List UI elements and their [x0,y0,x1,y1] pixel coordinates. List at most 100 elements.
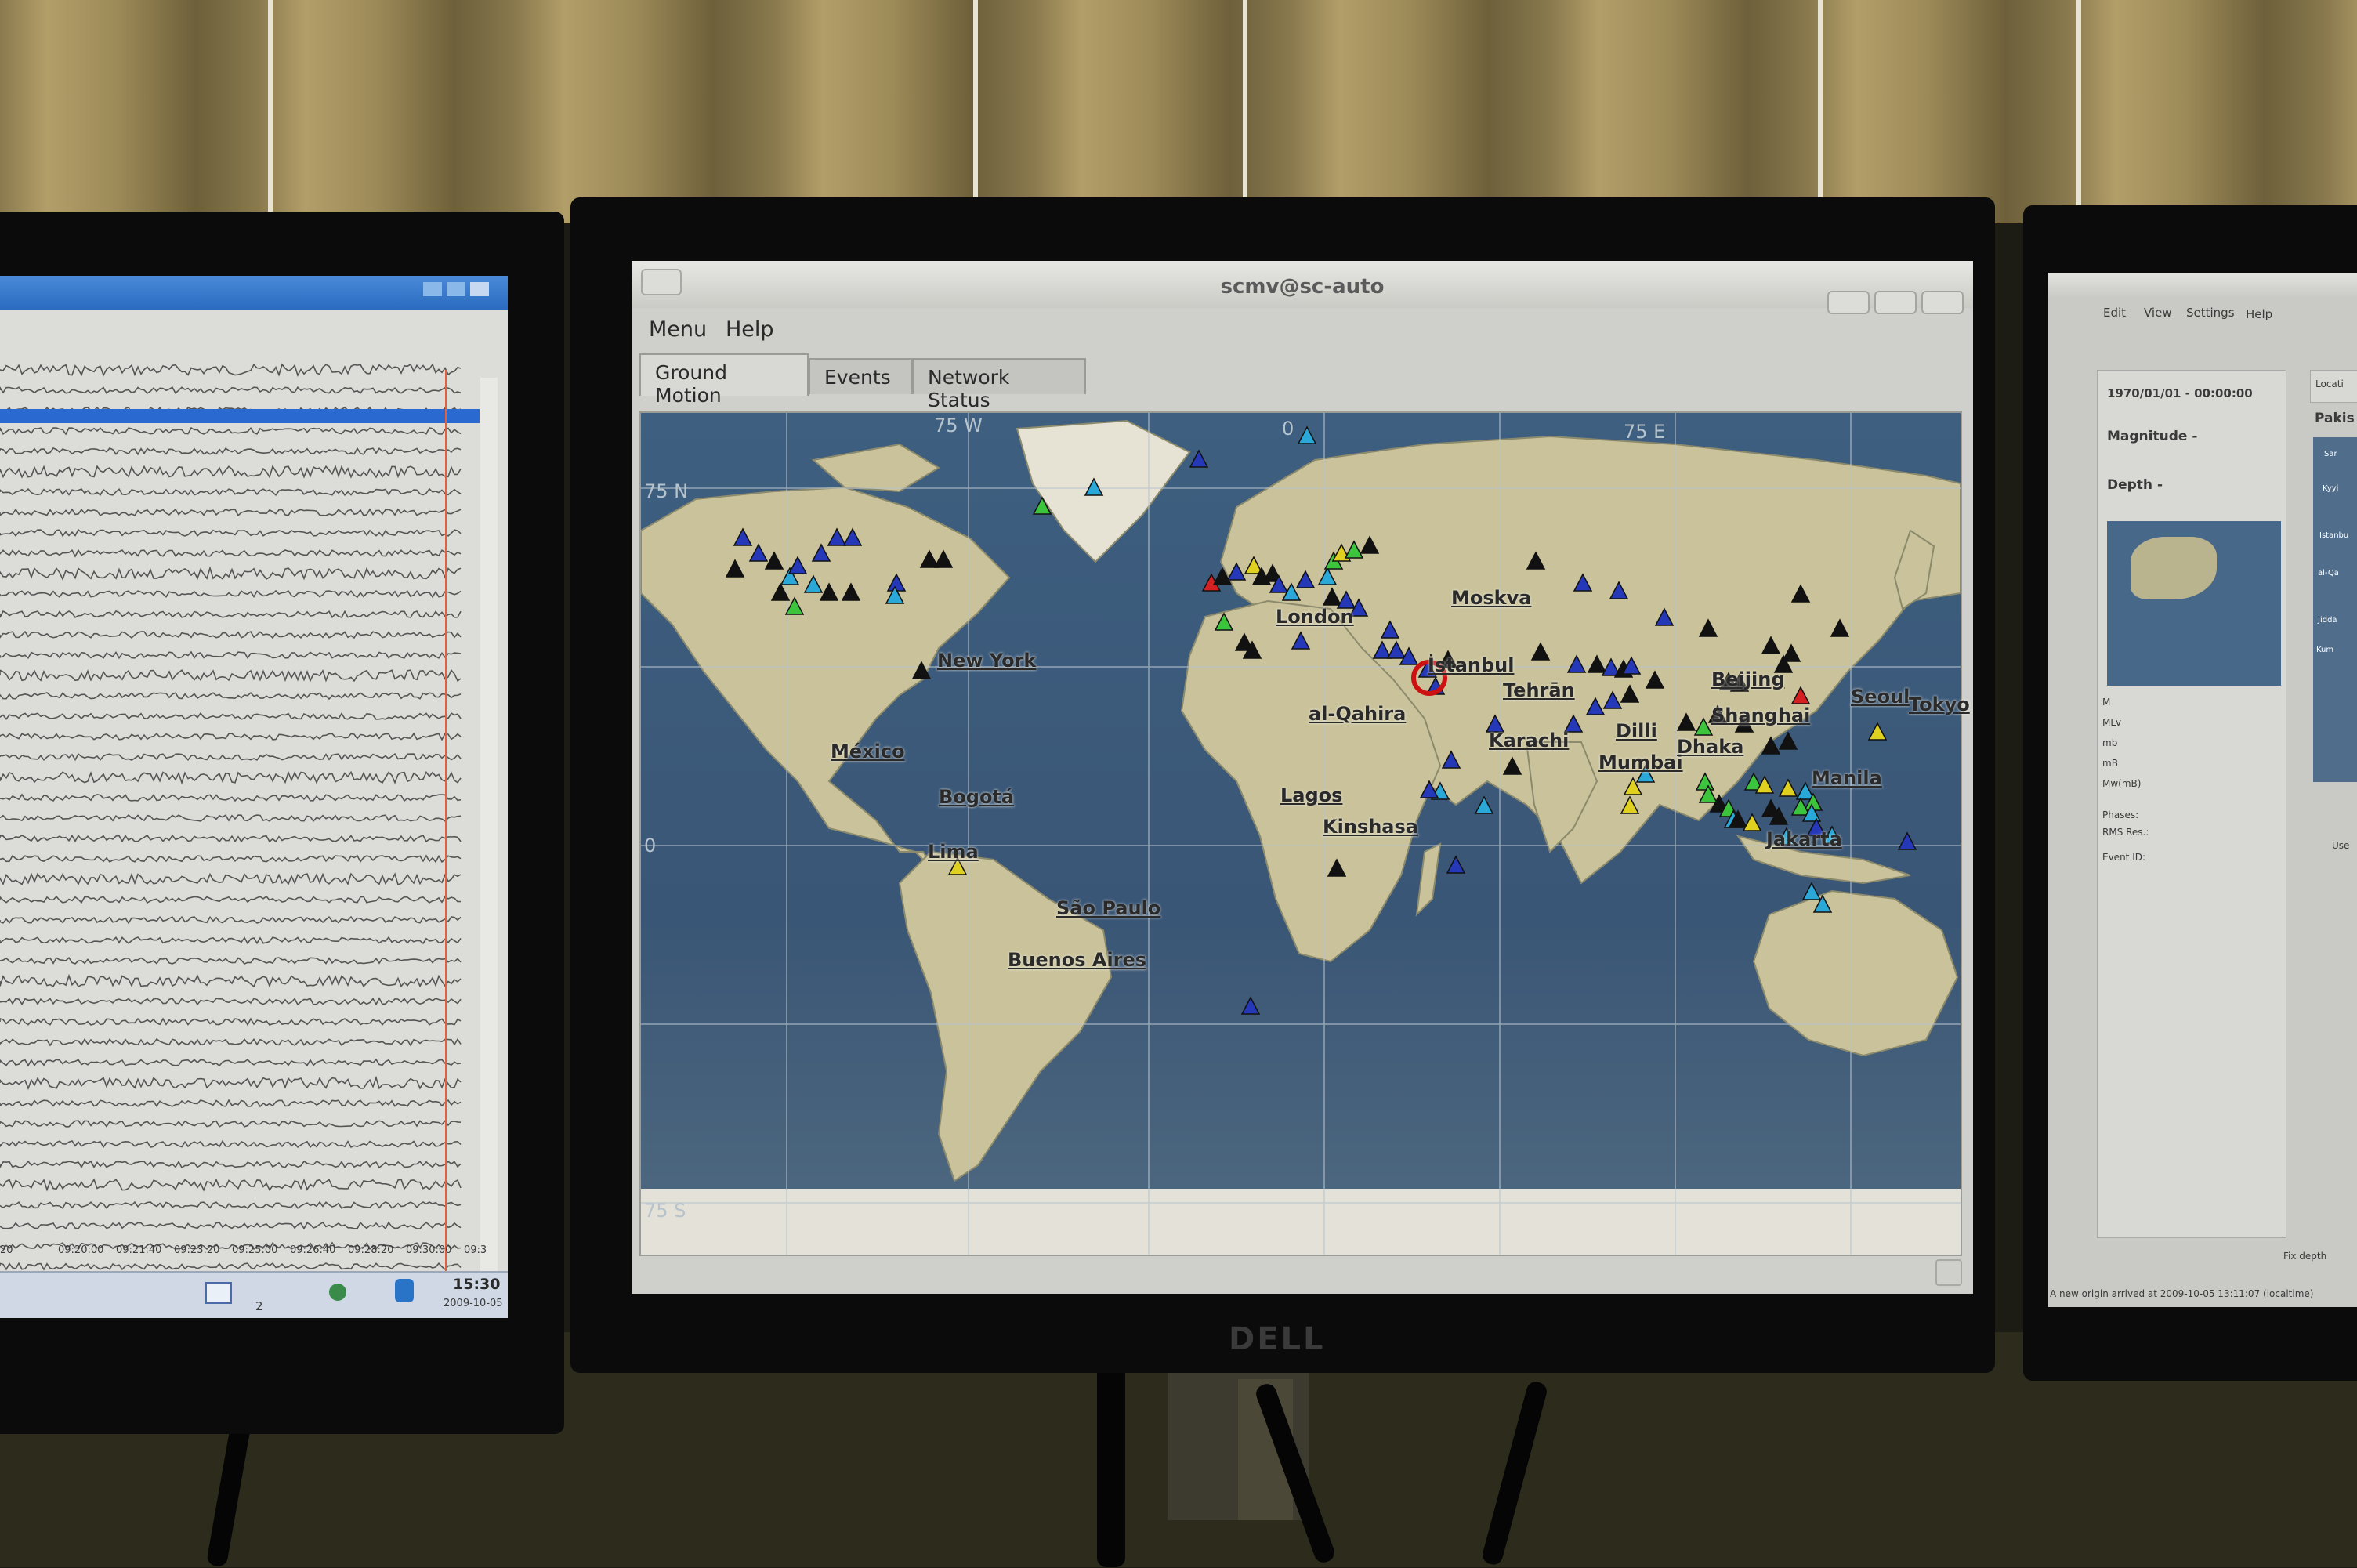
tab-ground-motion[interactable]: Ground Motion [639,353,809,407]
tab-events[interactable]: Events [809,358,912,394]
city-label: Shanghai [1711,704,1811,726]
trace-line [0,487,462,497]
time-cursor[interactable] [445,370,447,1318]
trace-line [0,895,462,904]
use-label: Use [2332,840,2350,851]
mag-row: M [2102,697,2111,708]
trace-line [0,854,462,864]
mag-row: MLv [2102,717,2122,728]
trace-line [0,630,462,639]
world-map[interactable]: 75 W 0 75 E 75 N 0 75 S Moskva London Ne… [639,411,1970,1256]
city-label: Beijing [1711,668,1785,690]
city-label: al-Qahira [1309,703,1407,725]
map-canvas[interactable] [641,413,1961,1255]
waveform-traces[interactable] [0,354,508,1318]
trace-line [0,770,462,785]
grid-label-75s: 75 S [644,1200,686,1222]
mini-map-label: Kum [2316,646,2334,654]
trace-line [0,997,462,1006]
origin-time: 1970/01/01 - 00:00:00 [2107,386,2253,400]
city-label: Dhaka [1677,736,1744,758]
menu-edit[interactable]: Edit [2103,306,2126,320]
time-tick-label: 09:21:40 [116,1244,162,1256]
trace-line [0,566,462,581]
time-tick-label: 09:30:00 [406,1244,452,1256]
menu-help[interactable]: Help [2246,307,2272,321]
trace-line [0,973,462,988]
mag-row: mB [2102,758,2118,769]
trace-line [0,712,462,721]
time-axis: 20 09:20:00 09:21:40 09:23:20 09:25:00 09:26:… [0,1241,508,1265]
trace-line [0,1221,462,1230]
blind-gap [973,0,978,215]
city-label: Jakarta [1766,828,1842,850]
trace-line [0,956,462,965]
city-label: Mumbai [1598,751,1683,773]
trace-line [0,363,462,377]
resize-grip[interactable] [1935,1259,1962,1286]
info-row: RMS Res.: [2102,827,2149,838]
tab-location-label: Locati [2315,378,2344,389]
database-tray-icon[interactable] [395,1279,414,1302]
city-label: Lima [928,841,979,863]
clock-time: 15:30 [453,1276,501,1293]
scrollbar[interactable] [480,378,498,1318]
city-label: Bogotá [939,786,1015,808]
time-tick-label: 09:28:20 [348,1244,394,1256]
city-label: Manila [1812,767,1882,789]
info-row: Event ID: [2102,852,2146,863]
taskbar-window-icon[interactable] [205,1282,232,1304]
grid-label-75e: 75 E [1624,421,1666,443]
time-tick-label: 09:25:00 [232,1244,278,1256]
mini-map[interactable] [2107,521,2281,686]
right-titlebar [2048,273,2357,299]
time-tick-label: 09:23:20 [174,1244,220,1256]
taskbar-page: 2 [255,1299,263,1313]
mag-row: mb [2102,737,2118,748]
city-label: Kinshasa [1323,816,1418,838]
trace-line [0,589,462,599]
menubar [632,308,1973,347]
selected-trace-row[interactable] [0,409,480,423]
mini-map-label: Sar [2324,450,2337,458]
trace-line [0,426,462,436]
menu-menu[interactable]: Menu [649,317,707,342]
trace-line [0,752,462,762]
grid-label-75w: 75 W [934,415,983,436]
blind-gap [268,0,273,215]
city-label: São Paulo [1056,897,1161,919]
trace-line [0,915,462,925]
magnitude-label: Magnitude - [2107,429,2198,444]
blind-gap [1243,0,1247,215]
fix-depth-checkbox[interactable]: Fix depth [2283,1251,2326,1262]
close-button[interactable] [470,282,489,296]
menu-view[interactable]: View [2144,306,2172,320]
trace-line [0,508,462,517]
monitor-brand: DELL [1229,1321,1326,1357]
menu-help[interactable]: Help [726,317,774,342]
blind-gap [2076,0,2081,215]
trace-line [0,1160,462,1169]
city-label: İstanbul [1428,654,1515,676]
trace-line [0,691,462,701]
network-tray-icon[interactable] [329,1284,346,1301]
location-map[interactable]: Sar Kyyi İstanbu al-Qa Jidda Kum [2313,437,2357,782]
trace-line [0,834,462,843]
tab-location[interactable]: Locati [2310,370,2357,403]
time-tick-label: 09:20:00 [58,1244,104,1256]
maximize-button[interactable] [447,282,465,296]
trace-line [0,814,462,822]
trace-line [0,447,462,456]
trace-line [0,1075,462,1091]
menu-settings[interactable]: Settings [2186,306,2235,320]
minimize-button[interactable] [423,282,442,296]
city-label: México [831,741,905,762]
trace-line [0,1058,462,1067]
city-label: London [1276,606,1354,628]
trace-line [0,1120,462,1128]
tab-network-status[interactable]: Network Status [912,358,1086,411]
city-label: Tokyo [1909,693,1970,715]
depth-label: Depth - [2107,477,2163,493]
trace-line [0,549,462,558]
trace-line [0,1200,462,1209]
